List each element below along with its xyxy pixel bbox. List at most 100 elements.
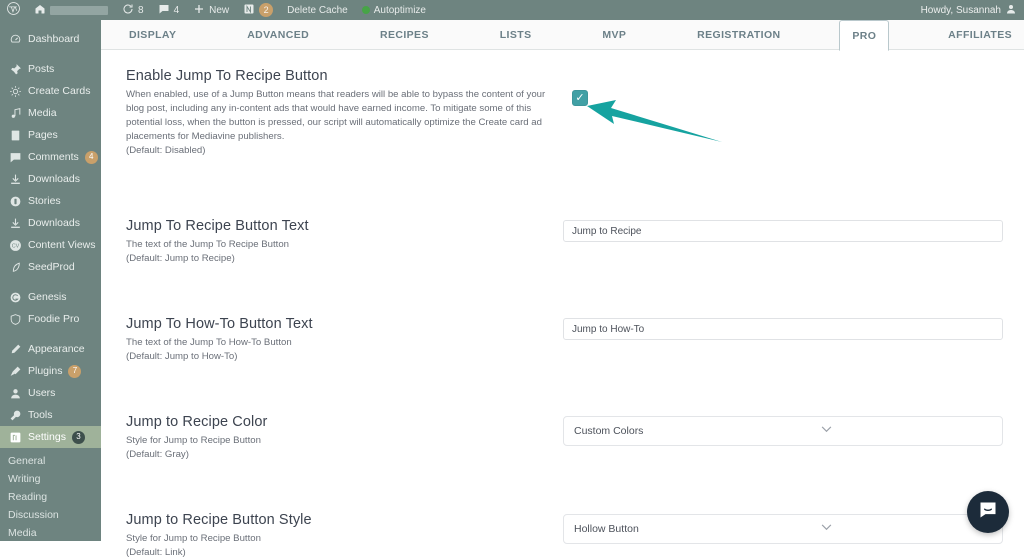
users-icon (8, 386, 22, 400)
tab-label: LISTS (500, 29, 532, 41)
sidebar-item-stories[interactable]: Stories (0, 190, 101, 212)
settings-icon (8, 430, 22, 444)
tab-spacer (638, 20, 685, 49)
site-name-redacted (50, 6, 108, 15)
setting-description: Style for Jump to Recipe Button (126, 434, 558, 448)
setting-label-group: Jump to Recipe Color Style for Jump to R… (126, 414, 563, 462)
tab-recipes[interactable]: RECIPES (368, 20, 441, 50)
sidebar-item-plugins[interactable]: Plugins 7 (0, 360, 101, 382)
submenu-item-media[interactable]: Media (0, 524, 101, 542)
chat-widget-button[interactable] (967, 491, 1009, 533)
checkmark-icon: ✓ (575, 93, 584, 104)
submenu-item-label: Discussion (8, 509, 59, 521)
submenu-item-reading[interactable]: Reading (0, 488, 101, 506)
tab-mvp[interactable]: MVP (590, 20, 638, 50)
comments-button[interactable]: 4 (151, 0, 187, 20)
sidebar-item-tools[interactable]: Tools (0, 404, 101, 426)
wordpress-logo-button[interactable] (0, 0, 27, 20)
main-content: DISPLAY ADVANCED RECIPES LISTS MVP REGIS… (101, 20, 1024, 541)
wordpress-logo-icon (7, 2, 20, 18)
site-home-button[interactable] (27, 0, 115, 20)
sidebar-item-label: Appearance (28, 343, 85, 355)
setting-title: Jump To Recipe Button Text (126, 218, 563, 234)
setting-control-group: Custom Colors (563, 414, 1003, 446)
sidebar-item-users[interactable]: Users (0, 382, 101, 404)
howdy-label: Howdy, Susannah (921, 5, 1001, 16)
sidebar-item-foodie-pro[interactable]: Foodie Pro (0, 308, 101, 330)
submenu-item-label: Writing (8, 473, 40, 485)
recipe-button-style-select-value: Hollow Button (563, 514, 1003, 544)
sidebar-item-pages[interactable]: Pages (0, 124, 101, 146)
download-icon (8, 216, 22, 230)
sidebar-item-label: Stories (28, 195, 61, 207)
sidebar-item-label: Dashboard (28, 33, 79, 45)
recipe-button-text-input[interactable] (563, 220, 1003, 242)
comments-icon (158, 3, 170, 18)
settings-submenu: General Writing Reading Discussion Media (0, 448, 101, 542)
sidebar-item-label: Settings (28, 431, 66, 443)
recipe-button-style-select[interactable]: Hollow Button (563, 514, 1003, 544)
sidebar-item-dashboard[interactable]: Dashboard (0, 28, 101, 50)
foodie-pro-icon (8, 312, 22, 326)
tab-label: AFFILIATES (948, 29, 1012, 41)
sidebar-item-label: Genesis (28, 291, 67, 303)
sidebar-item-content-views[interactable]: CV Content Views (0, 234, 101, 256)
sidebar-item-downloads-2[interactable]: Downloads (0, 212, 101, 234)
admin-sidebar: Dashboard Posts Create Cards Media Pages… (0, 20, 101, 541)
sidebar-item-create-cards[interactable]: Create Cards (0, 80, 101, 102)
sidebar-item-genesis[interactable]: Genesis (0, 286, 101, 308)
recipe-color-select[interactable]: Custom Colors (563, 416, 1003, 446)
sidebar-item-media[interactable]: Media (0, 102, 101, 124)
setting-default: (Default: Link) (126, 546, 563, 560)
tab-label: REGISTRATION (697, 29, 780, 41)
submenu-item-label: Reading (8, 491, 47, 503)
sidebar-item-downloads[interactable]: Downloads (0, 168, 101, 190)
submenu-item-writing[interactable]: Writing (0, 470, 101, 488)
comments-count: 4 (174, 5, 180, 16)
tab-lists[interactable]: LISTS (488, 20, 544, 50)
tab-display[interactable]: DISPLAY (117, 20, 188, 50)
new-content-button[interactable]: New (186, 0, 236, 20)
tab-affiliates[interactable]: AFFILIATES (936, 20, 1024, 50)
intercom-chat-icon (978, 500, 998, 525)
tab-spacer (321, 20, 368, 49)
setting-default: (Default: Jump to Recipe) (126, 252, 563, 266)
my-account-menu[interactable]: Howdy, Susannah (914, 0, 1024, 20)
create-cards-icon (8, 84, 22, 98)
green-dot-icon (362, 6, 370, 14)
sidebar-item-comments[interactable]: Comments 4 (0, 146, 101, 168)
setting-row-enable-jump: Enable Jump To Recipe Button When enable… (126, 68, 1002, 158)
tab-advanced[interactable]: ADVANCED (235, 20, 321, 50)
submenu-item-label: General (8, 455, 45, 467)
seedprod-icon (8, 260, 22, 274)
setting-label-group: Enable Jump To Recipe Button When enable… (126, 68, 563, 158)
comments-icon (8, 150, 22, 164)
submenu-item-discussion[interactable]: Discussion (0, 506, 101, 524)
tab-label: PRO (852, 30, 876, 42)
plugins-icon (8, 364, 22, 378)
sidebar-item-posts[interactable]: Posts (0, 58, 101, 80)
sidebar-item-settings[interactable]: Settings 3 (0, 426, 101, 448)
sidebar-item-label: Downloads (28, 173, 80, 185)
sidebar-item-label: Tools (28, 409, 53, 421)
yoast-menu-button[interactable]: 2 (236, 0, 280, 20)
admin-bar: 8 4 New 2 Delete Cache Autoptimize Howdy… (0, 0, 1024, 20)
tab-spacer (441, 20, 488, 49)
setting-title: Jump to Recipe Button Style (126, 512, 563, 528)
tab-pro[interactable]: PRO (839, 20, 889, 51)
submenu-item-general[interactable]: General (0, 452, 101, 470)
autoptimize-button[interactable]: Autoptimize (355, 0, 433, 20)
setting-default: (Default: Jump to How-To) (126, 350, 563, 364)
delete-cache-button[interactable]: Delete Cache (280, 0, 355, 20)
setting-control-group: Hollow Button (563, 512, 1003, 544)
tab-registration[interactable]: REGISTRATION (685, 20, 792, 50)
download-icon (8, 172, 22, 186)
setting-description: Style for Jump to Recipe Button (126, 532, 558, 546)
enable-jump-checkbox[interactable]: ✓ (572, 90, 588, 106)
howto-button-text-input[interactable] (563, 318, 1003, 340)
sidebar-item-label: Create Cards (28, 85, 90, 97)
delete-cache-label: Delete Cache (287, 5, 348, 16)
updates-button[interactable]: 8 (115, 0, 151, 20)
sidebar-item-seedprod[interactable]: SeedProd (0, 256, 101, 278)
sidebar-item-appearance[interactable]: Appearance (0, 338, 101, 360)
